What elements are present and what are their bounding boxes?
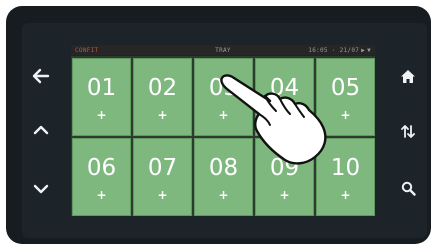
tray-tile-06[interactable]: 06 + <box>72 138 131 216</box>
search-icon <box>401 181 416 196</box>
tile-add-icon: + <box>96 108 107 122</box>
status-bar: CONFIT TRAY 16:05 · 21/07 ▶ ▼ <box>71 45 375 55</box>
search-button[interactable] <box>391 171 425 205</box>
tray-tile-02[interactable]: 02 + <box>133 58 192 136</box>
tile-number: 01 <box>86 75 117 101</box>
tile-add-icon: + <box>218 188 229 202</box>
back-button[interactable] <box>24 59 58 93</box>
pointing-hand-icon <box>220 74 327 165</box>
tile-add-icon: + <box>157 108 168 122</box>
tile-add-icon: + <box>279 188 290 202</box>
tile-add-icon: + <box>340 188 351 202</box>
home-button[interactable] <box>391 59 425 93</box>
tile-number: 07 <box>147 155 178 181</box>
home-icon <box>401 69 415 83</box>
scroll-down-button[interactable] <box>24 172 58 206</box>
tile-add-icon: + <box>157 188 168 202</box>
chevron-down-icon <box>33 184 49 194</box>
tray-tile-01[interactable]: 01 + <box>72 58 131 136</box>
status-title: TRAY <box>215 46 231 54</box>
tile-add-icon: + <box>96 188 107 202</box>
scroll-up-button[interactable] <box>24 113 58 147</box>
sort-button[interactable] <box>391 114 425 148</box>
tray-tile-07[interactable]: 07 + <box>133 138 192 216</box>
chevron-up-icon <box>33 125 49 135</box>
tile-number: 06 <box>86 155 117 181</box>
tile-number: 02 <box>147 75 178 101</box>
sort-arrows-icon <box>401 124 415 138</box>
back-arrow-icon <box>32 68 50 84</box>
